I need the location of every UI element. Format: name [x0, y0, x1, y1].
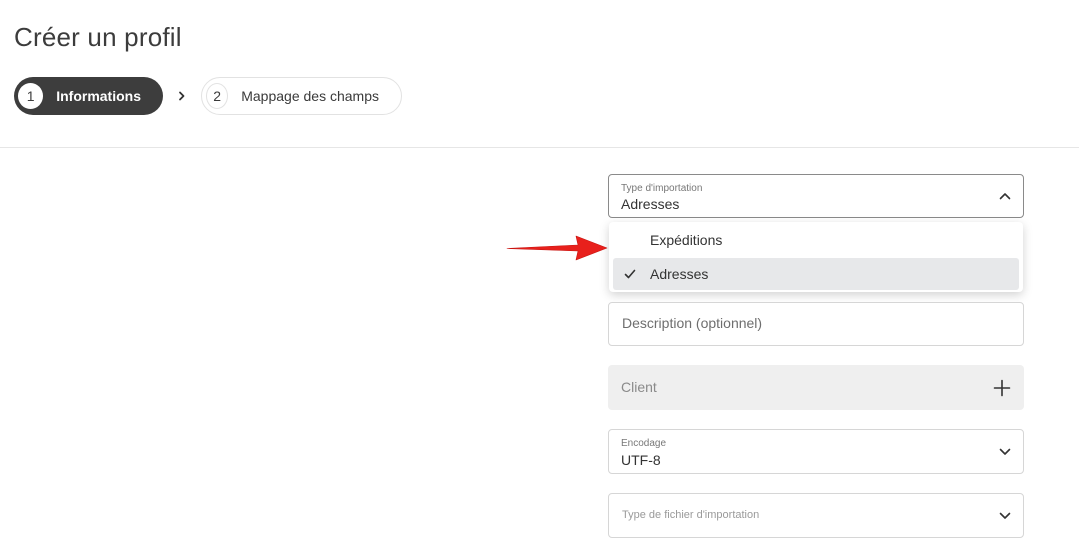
encoding-select[interactable]: Encodage UTF-8: [608, 429, 1024, 474]
encoding-value: UTF-8: [621, 452, 661, 468]
client-field[interactable]: Client: [608, 365, 1024, 410]
option-label: Adresses: [650, 266, 709, 282]
import-type-label: Type d'importation: [621, 183, 703, 194]
option-expeditions[interactable]: Expéditions: [613, 224, 1019, 256]
step-label: Mappage des champs: [241, 88, 379, 104]
page-title: Créer un profil: [14, 22, 182, 52]
step-number: 2: [206, 83, 229, 109]
option-label: Expéditions: [650, 232, 723, 248]
file-type-select[interactable]: Type de fichier d'importation: [608, 493, 1024, 538]
stepper: 1 Informations 2 Mappage des champs: [14, 77, 402, 115]
import-type-dropdown: Expéditions Adresses: [609, 222, 1023, 292]
step-mappage-des-champs[interactable]: 2 Mappage des champs: [201, 77, 402, 115]
step-informations[interactable]: 1 Informations: [14, 77, 163, 115]
step-label: Informations: [56, 88, 141, 104]
description-placeholder: Description (optionnel): [622, 315, 763, 331]
red-arrow-icon: [506, 235, 608, 261]
plus-icon[interactable]: [993, 379, 1011, 397]
chevron-right-icon: [163, 77, 201, 115]
check-icon: [623, 267, 637, 281]
header-divider: [0, 147, 1079, 148]
step-number: 1: [18, 83, 44, 109]
encoding-label: Encodage: [621, 438, 667, 449]
chevron-down-icon[interactable]: [997, 444, 1013, 460]
import-type-select[interactable]: Type d'importation Adresses: [608, 174, 1024, 218]
chevron-down-icon[interactable]: [997, 508, 1013, 524]
option-adresses[interactable]: Adresses: [613, 258, 1019, 290]
chevron-up-icon[interactable]: [997, 188, 1013, 204]
client-placeholder: Client: [621, 379, 657, 395]
description-input[interactable]: Description (optionnel): [608, 302, 1024, 346]
file-type-placeholder: Type de fichier d'importation: [622, 509, 760, 521]
import-type-value: Adresses: [621, 196, 680, 212]
